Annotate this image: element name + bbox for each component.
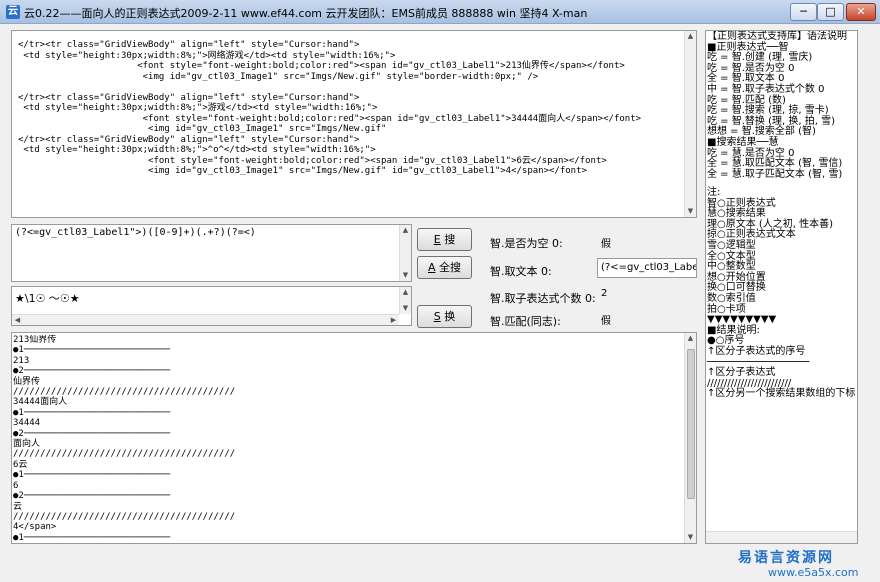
is-empty-label: 智.是否为空 0: [490,237,563,250]
result-line: 云 [13,501,23,512]
search-shortcut: E [433,233,441,246]
result-line: ●2─────────────────────────── [13,491,171,502]
source-line: </tr><tr class="GridViewBody" align="lef… [18,134,360,145]
window-title: 云0.22——面向人的正则表达式2009-2-11 www.ef44.com 云… [24,7,588,20]
help-line: ↑区分另一个搜索结果数组的下标 [707,388,856,400]
source-line: <td style="height:30px;width:8%;">^o^</t… [18,145,376,155]
get-text-field[interactable]: (?<=gv_ctl03_Label1 [597,258,697,278]
scroll-left-arrow-icon[interactable]: ◀ [12,315,23,325]
result-line: ●1─────────────────────────── [13,470,171,481]
help-line: ■搜索结果──慧 [707,136,779,148]
search-all-shortcut: A [427,261,436,274]
help-line: 数○索引值 [707,292,756,304]
result-line: ●1─────────────────────────── [13,345,171,356]
watermark-en: www.e5a5x.com [768,566,859,579]
result-line: 6 [13,480,19,491]
subexpr-count-field: 2 [601,288,608,299]
regex-input-area[interactable]: (?<=gv_ctl03_Label1">)([0-9]+)(.+?)(?=<)… [11,224,412,282]
source-line: <td style="height:30px;width:8%;">网络游戏</… [18,50,396,61]
watermark-cn: 易语言资源网 [738,550,834,566]
source-line: <td style="height:30px;width:8%;">游戏</td… [18,103,378,113]
source-line: <img id="gv_ctl03_Image1" src="Imgs/New.… [18,124,387,134]
result-line: 213仙界传 [13,335,57,345]
search-button[interactable]: E 搜 [417,228,472,251]
match-field: 假 [601,316,611,327]
result-line: ●1─────────────────────────── [13,407,171,418]
result-line: ////////////////////////////////////////… [13,449,236,460]
replace-button[interactable]: S 换 [417,305,472,328]
scroll-up-arrow-icon[interactable]: ▲ [400,287,411,298]
result-text-area[interactable]: 213仙界传 ●1─────────────────────────── 213 ●2… [11,332,697,544]
result-line: ////////////////////////////////////////… [13,511,236,522]
match-label: 智.匹配(同志): [490,315,561,328]
subexpr-count-label: 智.取子表达式个数 0: [490,292,596,305]
replace-button-label: 换 [444,310,456,323]
result-line: ////////////////////////////////////////… [13,387,236,398]
source-line: <img id="gv_ctl03_Image1" src="Imgs/New.… [18,71,539,82]
pattern-vertical-scrollbar[interactable]: ▲ ▼ [399,287,411,314]
help-vertical-scrollbar[interactable] [706,531,857,543]
regex-input: (?<=gv_ctl03_Label1">)([0-9]+)(.+?)(?=<) [15,227,256,238]
result-line: 6云 [13,459,28,470]
source-text-area[interactable]: </tr><tr class="GridViewBody" align="lef… [11,30,697,218]
source-line: <font style="font-weight:bold;color:red"… [18,61,625,71]
scroll-up-arrow-icon[interactable]: ▲ [685,31,696,42]
search-all-button-label: 全搜 [439,261,462,274]
result-line: 213 [13,355,30,366]
source-line: <font style="font-weight:bold;color:red"… [18,113,642,124]
get-text-label: 智.取文本 0: [490,265,552,278]
help-line: 全 = 慧.取子匹配文本 (智, 雪) [707,168,843,180]
help-line: 雪○逻辑型 [707,239,756,251]
result-line: 仙界传 [13,376,41,387]
regex-vertical-scrollbar[interactable]: ▲ ▼ [399,225,411,281]
result-line: ●1─────────────────────────── [13,532,171,543]
source-vertical-scrollbar[interactable]: ▲ ▼ [684,31,696,217]
help-line: 中 = 智.取子表达式个数 0 [707,83,825,95]
scroll-down-arrow-icon[interactable]: ▼ [400,270,411,281]
minimize-button[interactable]: ─ [790,3,817,21]
result-scroll-thumb[interactable] [687,349,695,499]
scroll-right-arrow-icon[interactable]: ▶ [388,315,399,325]
pattern-horizontal-scrollbar[interactable]: ◀ ▶ [12,314,399,325]
result-vertical-scrollbar[interactable]: ▲ ▼ [684,333,696,543]
source-line [18,82,678,93]
result-line: ●2─────────────────────────── [13,366,171,377]
pattern-input: ★\1☉ ～☉★ [15,292,80,305]
source-line: </tr><tr class="GridViewBody" align="lef… [18,40,360,50]
app-icon: 云 [6,5,20,19]
help-line: 注: [707,187,721,198]
result-line: ●2─────────────────────────── [13,428,171,439]
scroll-up-arrow-icon[interactable]: ▲ [685,333,696,344]
result-line: 34444 [13,418,41,429]
pattern-input-area[interactable]: ★\1☉ ～☉★ ▲ ▼ ◀ ▶ [11,286,412,326]
is-empty-field: 假 [601,239,611,250]
help-line: 【正则表达式支持库】语法说明 [707,31,847,42]
source-line: <img id="gv_ctl03_Image1" src="Imgs/New.… [18,166,587,176]
syntax-help-panel-lower[interactable]: 注: 智○正则表达式 慧○搜索结果 理○原文本 (人之初, 性本善) 掠○正则表达式文本… [705,186,858,544]
help-line: ↑区分子表达式的序号 [707,345,806,357]
result-line: 34444面向人 [13,397,68,408]
result-line: 面向人 [13,439,41,450]
result-line: 4</span> [13,522,57,533]
source-line: <font style="font-weight:bold;color:red"… [18,155,607,166]
scroll-up-arrow-icon[interactable]: ▲ [400,225,411,236]
replace-shortcut: S [433,310,441,323]
result-text: 213仙界传 ●1─────────────────────────── 213 ●2… [13,335,673,543]
scroll-down-arrow-icon[interactable]: ▼ [400,303,411,314]
source-text: </tr><tr class="GridViewBody" align="lef… [18,40,678,177]
source-line: </tr><tr class="GridViewBody" align="lef… [18,92,360,103]
title-bar: 云 云0.22——面向人的正则表达式2009-2-11 www.ef44.com… [0,0,880,24]
scroll-down-arrow-icon[interactable]: ▼ [685,206,696,217]
syntax-help-text-top: 【正则表达式支持库】语法说明 ■正则表达式──智吃 = 智.创建 (理, 雪庆) 吃… [707,31,847,191]
search-button-label: 搜 [444,233,456,246]
search-all-button[interactable]: A 全搜 [417,256,472,279]
scroll-down-arrow-icon[interactable]: ▼ [685,532,696,543]
close-button[interactable]: ✕ [846,3,876,21]
syntax-help-text-bottom: 注: 智○正则表达式 慧○搜索结果 理○原文本 (人之初, 性本善) 掠○正则表达式文本… [707,187,856,400]
maximize-button[interactable]: □ [817,3,844,21]
